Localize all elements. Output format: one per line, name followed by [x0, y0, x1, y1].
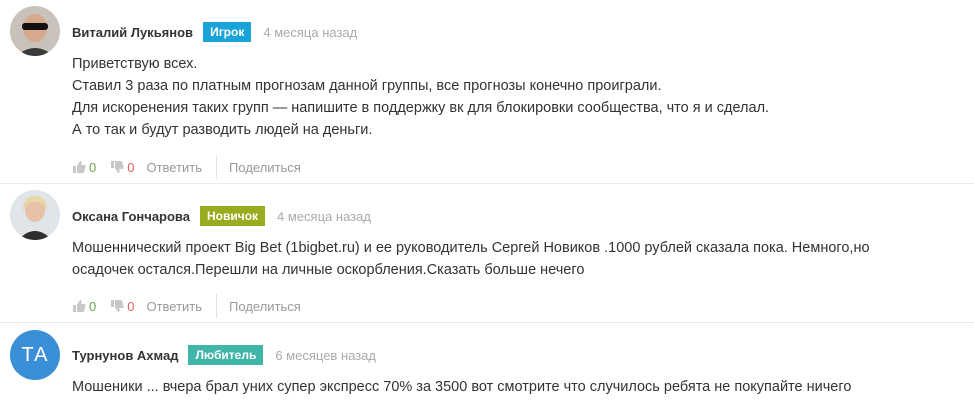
- avatar[interactable]: [10, 190, 60, 240]
- status-badge: Любитель: [188, 345, 264, 365]
- comment-header: Виталий Лукьянов Игрок 4 месяца назад: [72, 22, 357, 42]
- comment-text: Мошеники ... вчера брал уних супер экспр…: [72, 376, 851, 398]
- dislike-button[interactable]: 0: [110, 299, 134, 314]
- comment-text: Приветствую всех. Ставил 3 раза по платн…: [72, 53, 769, 141]
- comment-line: Для искоренения таких групп — напишите в…: [72, 100, 770, 116]
- comment-line: Мошеники ... вчера брал уних супер экспр…: [72, 379, 852, 395]
- divider: [0, 183, 974, 184]
- avatar[interactable]: ТА: [10, 330, 60, 380]
- timestamp: 6 месяцев назад: [275, 347, 376, 363]
- thumbs-down-icon: [111, 300, 124, 312]
- divider: [216, 155, 218, 179]
- comment-line: осадочек остался.Перешли на личные оскор…: [72, 262, 585, 278]
- comment-line: А то так и будут разводить людей на день…: [72, 122, 373, 138]
- timestamp: 4 месяца назад: [277, 208, 371, 224]
- comment-text: Мошеннический проект Big Bet (1bigbet.ru…: [72, 237, 870, 281]
- comment-header: Турнунов Ахмад Любитель 6 месяцев назад: [72, 345, 376, 365]
- comment-actions: 0 0 Ответить Поделиться: [72, 155, 301, 179]
- divider: [216, 294, 218, 318]
- reply-button[interactable]: Ответить: [146, 299, 202, 314]
- dislike-count: 0: [127, 159, 135, 175]
- reply-button[interactable]: Ответить: [146, 160, 202, 175]
- comment-line: Мошеннический проект Big Bet (1bigbet.ru…: [72, 240, 870, 256]
- timestamp: 4 месяца назад: [263, 24, 358, 40]
- comment-line: Приветствую всех.: [72, 56, 198, 72]
- dislike-button[interactable]: 0: [110, 160, 134, 175]
- thumbs-up-icon: [73, 161, 86, 173]
- dislike-count: 0: [127, 298, 135, 314]
- comment-actions: 0 0 Ответить Поделиться: [72, 294, 301, 318]
- like-count: 0: [89, 159, 97, 175]
- comment-line: Ставил 3 раза по платным прогнозам данно…: [72, 78, 662, 94]
- author-name[interactable]: Турнунов Ахмад: [72, 348, 178, 363]
- avatar[interactable]: [10, 6, 60, 56]
- like-button[interactable]: 0: [72, 160, 96, 175]
- status-badge: Новичок: [199, 206, 266, 226]
- author-name[interactable]: Виталий Лукьянов: [72, 25, 193, 40]
- divider: [0, 322, 974, 323]
- share-button[interactable]: Поделиться: [229, 160, 301, 175]
- like-button[interactable]: 0: [72, 299, 96, 314]
- author-name[interactable]: Оксана Гончарова: [72, 209, 190, 224]
- avatar-initials: ТА: [21, 343, 49, 366]
- thumbs-up-icon: [73, 300, 86, 312]
- comment-header: Оксана Гончарова Новичок 4 месяца назад: [72, 206, 371, 226]
- share-button[interactable]: Поделиться: [229, 299, 301, 314]
- thumbs-down-icon: [111, 161, 124, 173]
- like-count: 0: [89, 298, 97, 314]
- status-badge: Игрок: [203, 22, 252, 42]
